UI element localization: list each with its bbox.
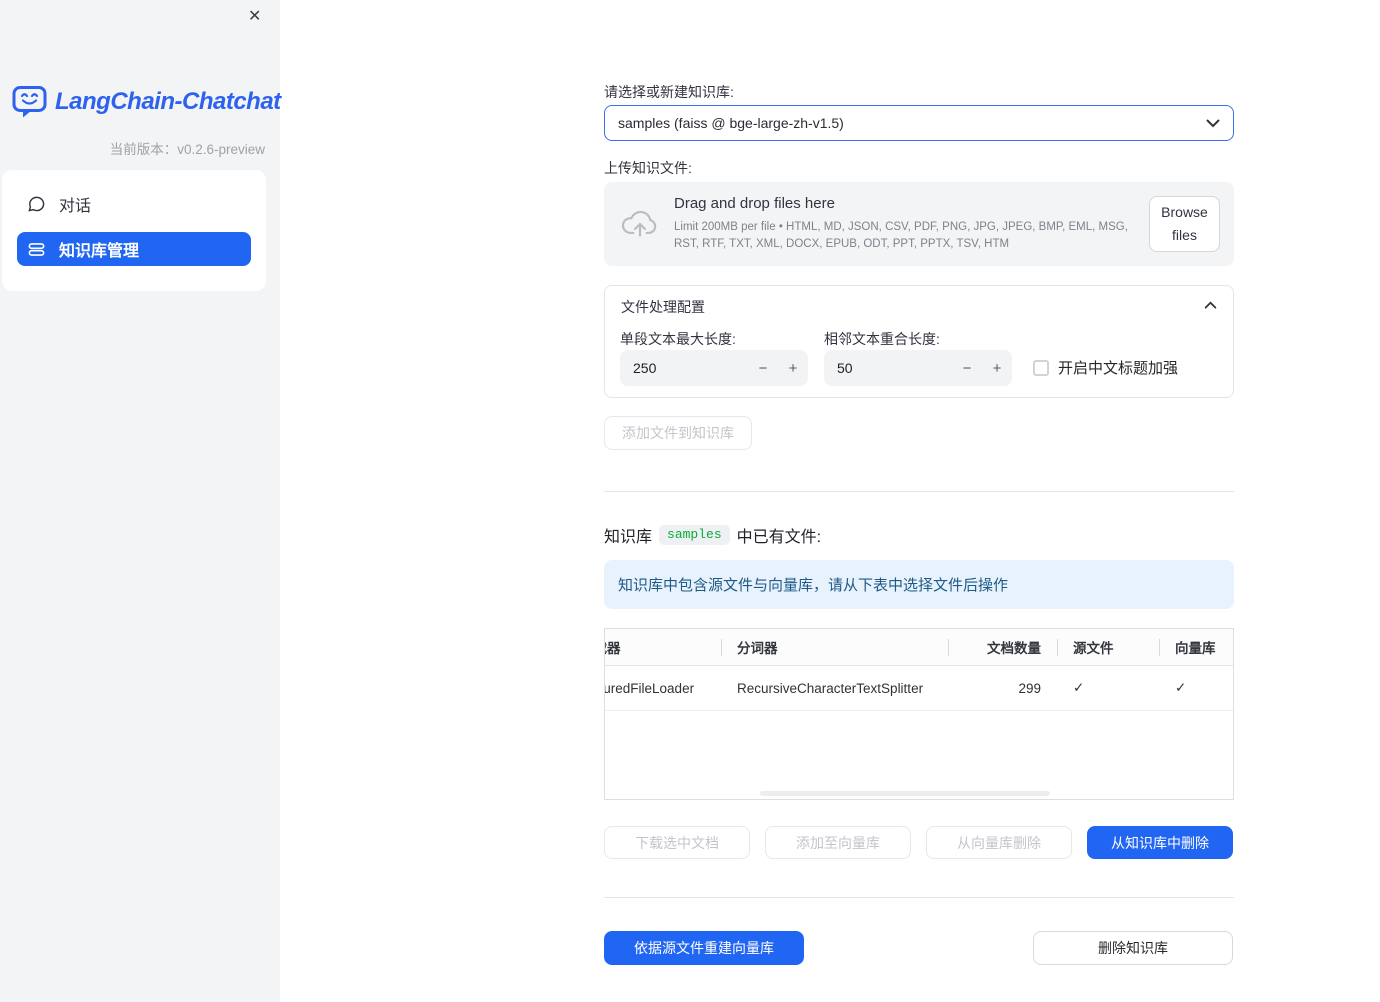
delete-from-kb-button[interactable]: 从知识库中删除 — [1087, 826, 1233, 859]
version-value: v0.2.6-preview — [177, 142, 265, 157]
sidebar-item-label: 对话 — [59, 198, 92, 215]
chunk-size-minus-button[interactable]: − — [748, 360, 778, 377]
col-header-doc-count[interactable]: 文档数量 — [948, 629, 1057, 665]
col-header-loader[interactable]: 文档加载器 — [605, 629, 721, 665]
chunk-overlap-stepper: − + — [824, 350, 1012, 386]
chunk-size-input[interactable] — [620, 360, 720, 376]
table-header-row: 文档加载器 分词器 文档数量 源文件 向量库 — [605, 629, 1233, 666]
sidebar-nav: 对话 知识库管理 — [2, 170, 266, 291]
download-selected-button[interactable]: 下载选中文档 — [604, 826, 750, 859]
sidebar-close-icon[interactable]: ✕ — [248, 6, 261, 28]
version-text: 当前版本：v0.2.6-preview — [110, 138, 265, 158]
app-window: ✕ LangChain-Chatchat 当前版本：v0.2.6-preview — [0, 0, 1380, 1002]
kb-name-code-chip: samples — [659, 525, 730, 545]
existing-files-heading: 知识库 samples 中已有文件: — [604, 523, 821, 547]
cloud-upload-icon — [620, 208, 660, 240]
heading-suffix: 中已有文件: — [736, 529, 822, 546]
kb-select-value: samples (faiss @ bge-large-zh-v1.5) — [618, 115, 844, 131]
heading-prefix: 知识库 — [604, 529, 653, 546]
cell-splitter: RecursiveCharacterTextSplitter — [737, 680, 924, 696]
logo-text: LangChain-Chatchat — [55, 88, 281, 115]
rebuild-vector-store-button[interactable]: 依据源文件重建向量库 — [604, 931, 804, 965]
chevron-up-icon[interactable] — [1204, 301, 1217, 309]
checkbox-unchecked[interactable] — [1033, 359, 1049, 376]
delete-from-vector-store-button[interactable]: 从向量库删除 — [926, 826, 1072, 859]
kb-list-icon — [27, 240, 46, 259]
chunk-size-label: 单段文本最大长度: — [620, 331, 736, 347]
kb-select-dropdown[interactable]: samples (faiss @ bge-large-zh-v1.5) — [604, 105, 1234, 141]
file-uploader-dropzone[interactable]: Drag and drop files here Limit 200MB per… — [604, 182, 1234, 266]
chunk-size-plus-button[interactable]: + — [778, 360, 808, 377]
app-logo: LangChain-Chatchat — [12, 85, 281, 119]
cell-vector-store-check: ✓ — [1175, 680, 1187, 695]
cell-source-file-check: ✓ — [1073, 680, 1085, 695]
info-alert: 知识库中包含源文件与向量库，请从下表中选择文件后操作 — [604, 560, 1234, 609]
table-horizontal-scrollbar[interactable] — [760, 791, 1050, 796]
kb-select-label: 请选择或新建知识库: — [604, 84, 734, 100]
upload-label: 上传知识文件: — [604, 160, 692, 176]
cell-doc-count: 299 — [1018, 680, 1041, 696]
sidebar: ✕ LangChain-Chatchat 当前版本：v0.2.6-preview — [0, 0, 281, 1002]
expander-title: 文件处理配置 — [621, 299, 705, 315]
uploader-limits-text: Limit 200MB per file • HTML, MD, JSON, C… — [674, 221, 1128, 250]
add-files-to-kb-button[interactable]: 添加文件到知识库 — [604, 416, 752, 450]
files-table[interactable]: 文档加载器 分词器 文档数量 源文件 向量库 UnstructuredFileL… — [604, 628, 1234, 800]
col-header-splitter[interactable]: 分词器 — [721, 629, 948, 665]
col-header-vector-store[interactable]: 向量库 — [1159, 629, 1233, 665]
browse-files-button[interactable]: Browse files — [1149, 196, 1220, 252]
chunk-overlap-input[interactable] — [824, 360, 924, 376]
main-content: 请选择或新建知识库: samples (faiss @ bge-large-zh… — [604, 0, 1234, 1002]
chunk-overlap-plus-button[interactable]: + — [982, 360, 1012, 377]
delete-kb-button[interactable]: 删除知识库 — [1033, 931, 1233, 965]
files-table-inner: 文档加载器 分词器 文档数量 源文件 向量库 UnstructuredFileL… — [604, 629, 1233, 711]
chevron-down-icon — [1206, 119, 1220, 128]
version-label: 当前版本： — [109, 142, 178, 157]
chunk-size-stepper: − + — [620, 350, 808, 386]
divider — [604, 897, 1234, 898]
file-config-expander: 文件处理配置 单段文本最大长度: 相邻文本重合长度: − + − + 开启中文标… — [604, 285, 1234, 398]
sidebar-item-label: 知识库管理 — [59, 243, 140, 260]
uploader-texts: Drag and drop files here Limit 200MB per… — [674, 195, 1148, 252]
table-row[interactable]: UnstructuredFileLoader RecursiveCharacte… — [604, 666, 1233, 711]
sidebar-item-kb-management[interactable]: 知识库管理 — [17, 232, 251, 266]
chunk-overlap-minus-button[interactable]: − — [952, 360, 982, 377]
divider — [604, 491, 1234, 492]
chat-bubble-icon — [27, 195, 46, 214]
chunk-overlap-label: 相邻文本重合长度: — [824, 331, 940, 347]
zh-title-enhance-checkbox-row[interactable]: 开启中文标题加强 — [1033, 357, 1178, 378]
checkbox-label: 开启中文标题加强 — [1058, 360, 1179, 377]
col-header-source-file[interactable]: 源文件 — [1057, 629, 1159, 665]
cell-loader: UnstructuredFileLoader — [604, 680, 695, 696]
sidebar-item-chat[interactable]: 对话 — [17, 187, 251, 221]
uploader-title: Drag and drop files here — [674, 195, 835, 213]
add-to-vector-store-button[interactable]: 添加至向量库 — [765, 826, 911, 859]
logo-chat-bubble-icon — [12, 85, 48, 119]
